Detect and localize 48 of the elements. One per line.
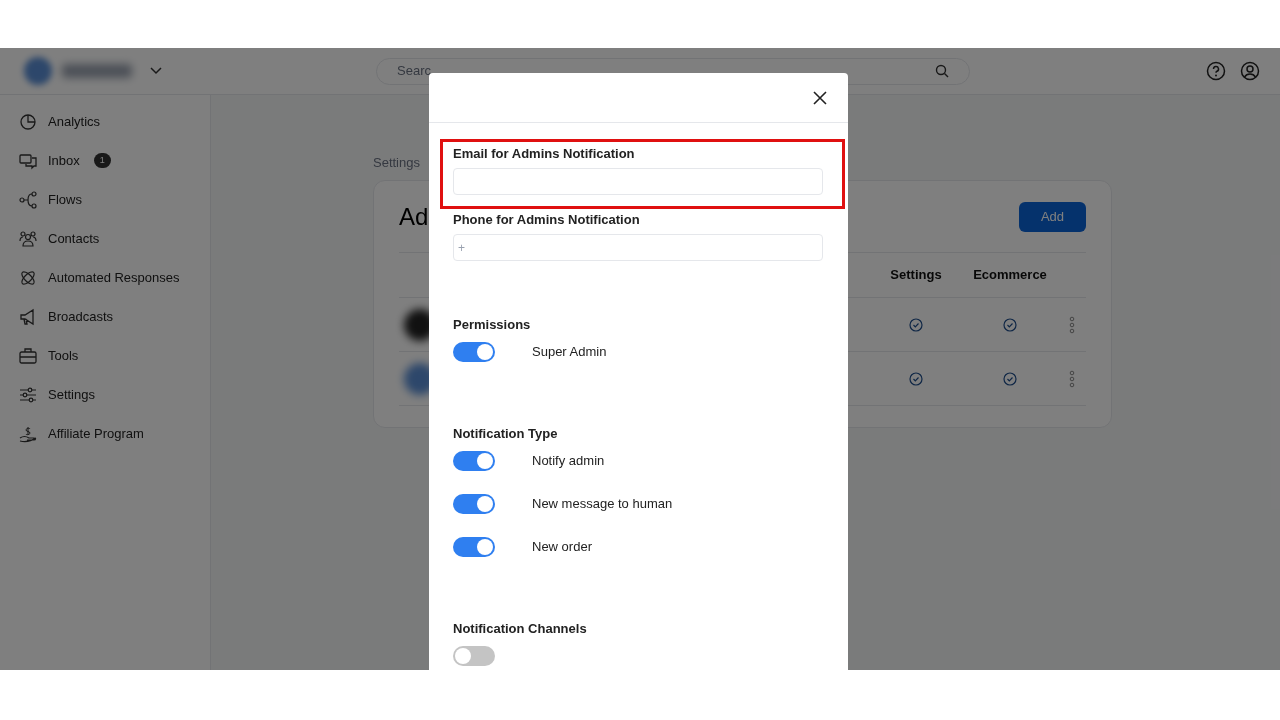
toggle-label: Notify admin [532, 452, 605, 471]
toggle-switch[interactable] [453, 342, 495, 362]
sidebar-item[interactable]: Settings [0, 375, 210, 414]
hand-coin-icon [19, 424, 37, 443]
user-icon[interactable] [1240, 61, 1260, 81]
sidebar-item[interactable]: Inbox 1 [0, 141, 210, 180]
field-label: Permissions [453, 317, 532, 332]
megaphone-icon [19, 307, 37, 326]
close-icon[interactable] [813, 90, 827, 105]
count-badge: 1 [93, 153, 111, 168]
sidebar-item[interactable]: Automated Responses [0, 258, 210, 297]
page-title: Ad [399, 201, 429, 232]
email-field[interactable] [453, 168, 823, 195]
field-label: Notification Type [453, 426, 559, 441]
toggle-switch[interactable] [453, 537, 495, 557]
flow-icon [19, 190, 37, 209]
toggle-label: New message to human [532, 495, 673, 514]
sidebar-item[interactable]: Analytics [0, 102, 210, 141]
phone-field[interactable]: + [453, 234, 823, 261]
toggle-switch[interactable] [453, 646, 495, 666]
column-header: Ecommerce [973, 266, 1047, 285]
toggle-switch[interactable] [453, 451, 495, 471]
field-label: Email for Admins Notification [453, 146, 636, 161]
toolbox-icon [19, 346, 37, 365]
toggle-label: New order [532, 538, 592, 557]
help-icon[interactable] [1206, 61, 1226, 81]
more-icon[interactable] [1068, 315, 1075, 334]
toggle-switch[interactable] [453, 494, 495, 514]
atom-icon [19, 268, 37, 287]
sidebar-item[interactable]: Tools [0, 336, 210, 375]
chevron-down-icon[interactable] [150, 67, 162, 75]
toggle-label: Super Admin [532, 343, 607, 362]
sidebar-item[interactable]: Broadcasts [0, 297, 210, 336]
column-header: Settings [890, 266, 942, 285]
logo [24, 57, 52, 85]
pie-chart-icon [19, 112, 37, 131]
field-label: Phone for Admins Notification [453, 212, 641, 227]
sliders-icon [19, 385, 37, 404]
sidebar-item[interactable]: Contacts [0, 219, 210, 258]
add-button[interactable]: Add [1019, 201, 1086, 232]
people-icon [19, 229, 37, 248]
field-label: Notification Channels [453, 621, 588, 636]
more-icon[interactable] [1068, 369, 1075, 388]
sidebar-item[interactable]: Flows [0, 180, 210, 219]
sidebar-item[interactable]: Affiliate Program [0, 414, 210, 453]
account-name [62, 64, 132, 78]
search-icon[interactable] [935, 64, 949, 78]
chat-icon [19, 151, 37, 170]
